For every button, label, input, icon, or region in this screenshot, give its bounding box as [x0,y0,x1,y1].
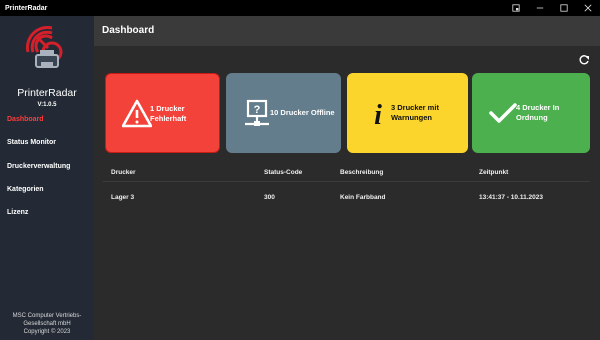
title-bar: PrinterRadar [0,0,600,16]
table-row[interactable]: Lager 3 300 Kein Farbband 13:41:37 - 10.… [103,191,590,207]
close-icon [584,4,592,12]
column-header-drucker[interactable]: Drucker [111,169,136,176]
card-label-line: 1 Drucker [150,104,185,113]
app-brand-name: PrinterRadar [17,87,77,99]
close-button[interactable] [576,0,600,16]
window-title: PrinterRadar [5,4,48,12]
sidebar-item-dashboard[interactable]: Dashboard [0,109,94,129]
compact-overlay-button[interactable] [504,0,528,16]
status-card-offline[interactable]: ? 10 Drucker Offline [226,73,341,153]
app-window: PrinterRadar PrinterRadar V:1.0.5 Dashbo… [0,0,600,340]
sidebar-item-kategorien[interactable]: Kategorien [0,179,94,199]
sidebar: PrinterRadar V:1.0.5 Dashboard Status Mo… [0,16,94,340]
footer-line: Copyright © 2023 [23,329,71,335]
card-label: 10 Drucker Offline [270,73,335,153]
card-label-line: 4 Drucker In [516,103,560,112]
cell-status-code: 300 [264,194,275,201]
checkmark-icon [489,103,517,123]
card-label-line: Warnungen [391,113,432,122]
status-card-warnings[interactable]: i 3 Drucker mit Warnungen [347,73,468,153]
cell-beschreibung: Kein Farbband [340,194,386,201]
cell-zeitpunkt: 13:41:37 - 10.11.2023 [479,194,543,201]
footer-line: Gesellschaft mbH [23,321,71,327]
card-label-line: Fehlerhaft [150,114,187,123]
maximize-button[interactable] [552,0,576,16]
column-header-status-code[interactable]: Status-Code [264,169,302,176]
page-title: Dashboard [102,25,155,36]
app-version: V:1.0.5 [37,102,57,108]
maximize-icon [560,4,568,12]
card-label-line: Ordnung [516,113,548,122]
info-icon: i [374,100,382,128]
network-offline-icon: ? [245,99,269,126]
card-label: 3 Drucker mit Warnungen [391,73,439,153]
sidebar-item-lizenz[interactable]: Lizenz [0,202,94,222]
status-card-ok[interactable]: 4 Drucker In Ordnung [472,73,590,153]
header-bar: Dashboard [94,16,600,46]
column-header-zeitpunkt[interactable]: Zeitpunkt [479,169,508,176]
svg-text:?: ? [254,104,261,116]
sidebar-item-status-monitor[interactable]: Status Monitor [0,132,94,152]
minimize-button[interactable] [528,0,552,16]
card-label: 1 Drucker Fehlerhaft [150,74,186,154]
status-card-faulty[interactable]: 1 Drucker Fehlerhaft [105,73,220,153]
sidebar-item-druckerverwaltung[interactable]: Druckerverwaltung [0,156,94,176]
svg-text:i: i [374,100,382,128]
card-label-line: 3 Drucker mit [391,103,439,112]
column-header-beschreibung[interactable]: Beschreibung [340,169,383,176]
compact-overlay-icon [512,4,520,12]
company-footer: MSC Computer Vertriebs- Gesellschaft mbH… [0,312,94,336]
table-header: Drucker Status-Code Beschreibung Zeitpun… [103,166,590,182]
warning-icon [122,99,152,128]
card-label-line: 10 Drucker Offline [270,108,335,117]
card-label: 4 Drucker In Ordnung [516,73,559,153]
minimize-icon [536,7,544,9]
footer-line: MSC Computer Vertriebs- [12,313,82,319]
cell-drucker: Lager 3 [111,194,135,201]
printer-radar-logo-icon [26,26,63,68]
refresh-icon[interactable] [578,54,590,66]
